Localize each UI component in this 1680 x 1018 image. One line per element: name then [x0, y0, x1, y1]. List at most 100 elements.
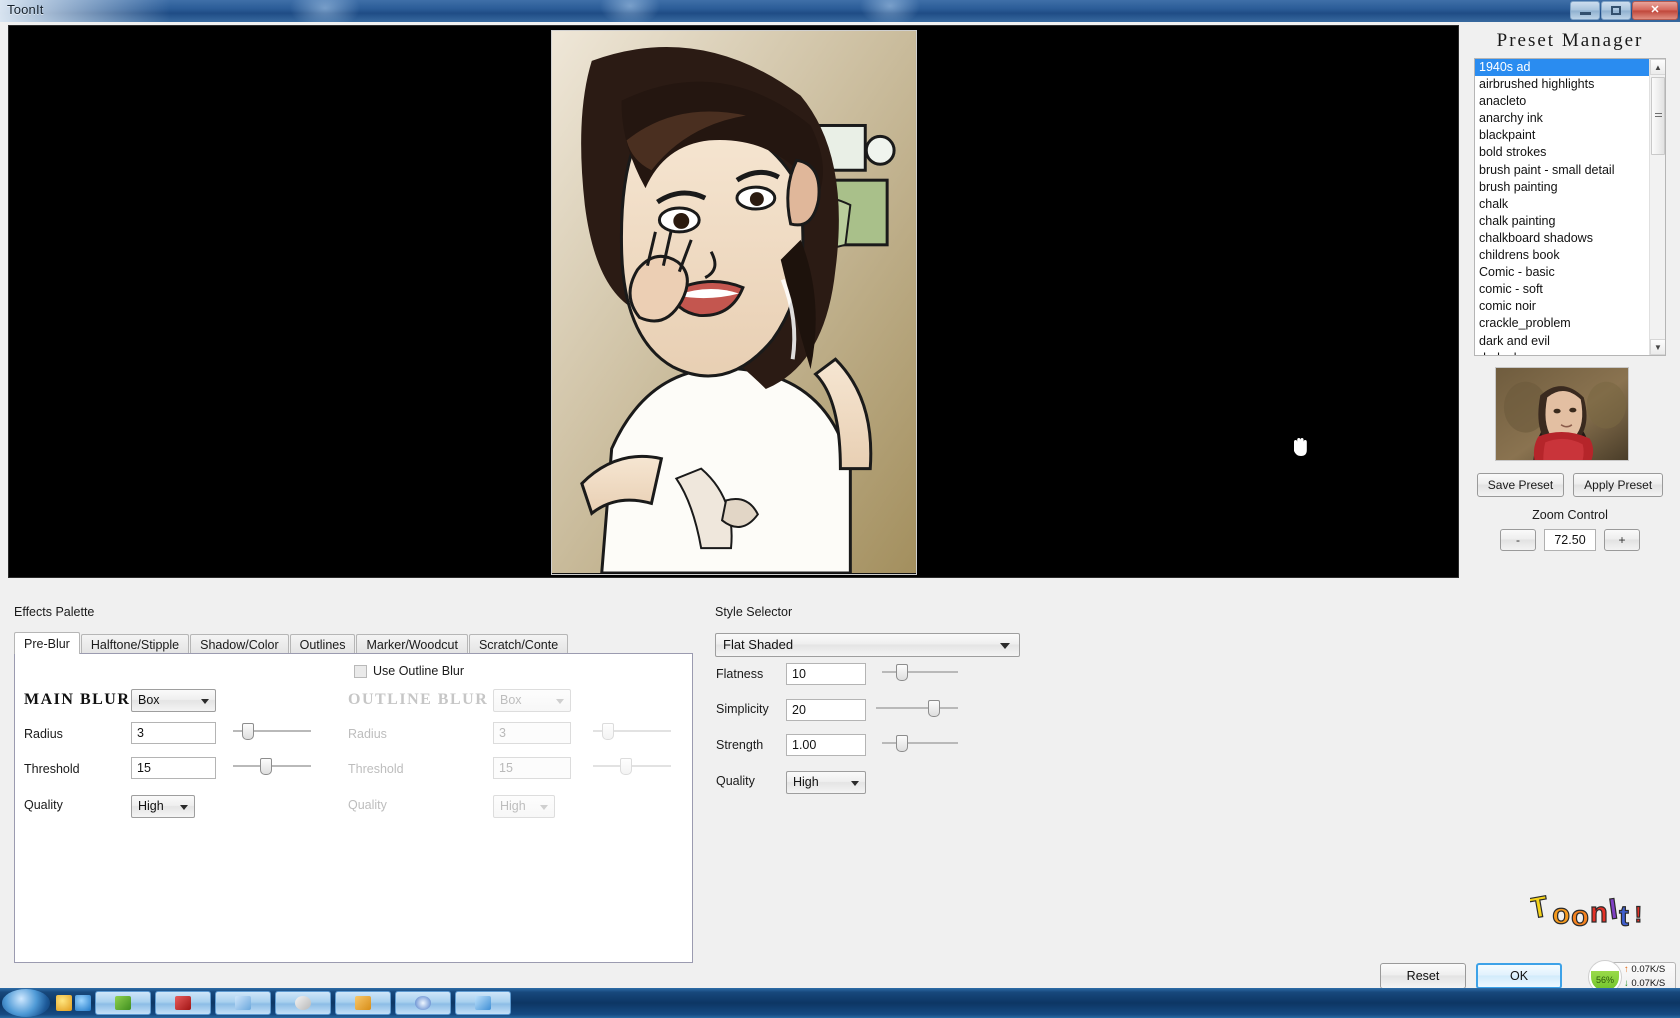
taskbar-item[interactable] [155, 991, 211, 1015]
preset-listbox[interactable]: 1940s ad airbrushed highlights anacleto … [1474, 58, 1666, 356]
titlebar-glow [290, 0, 360, 22]
strength-slider[interactable] [882, 734, 958, 752]
reset-button[interactable]: Reset [1380, 963, 1466, 989]
slider-knob[interactable] [242, 723, 254, 740]
strength-input[interactable]: 1.00 [786, 734, 866, 756]
main-blur-radius-slider[interactable] [233, 722, 311, 740]
list-item[interactable]: airbrushed highlights [1475, 76, 1649, 93]
outline-blur-radius-input[interactable]: 3 [493, 722, 571, 744]
scroll-up-arrow-icon[interactable]: ▲ [1650, 59, 1665, 75]
slider-knob[interactable] [620, 758, 632, 775]
slider-knob[interactable] [896, 664, 908, 681]
main-blur-type-select[interactable]: Box [131, 689, 216, 712]
list-item[interactable]: chalk [1475, 196, 1649, 213]
list-item[interactable]: 1940s ad [1475, 59, 1649, 77]
tab-outlines[interactable]: Outlines [289, 634, 356, 654]
preset-manager-panel: Preset Manager 1940s ad airbrushed highl… [1467, 25, 1673, 570]
flatness-row: Flatness [716, 667, 763, 681]
preview-canvas[interactable] [8, 25, 1459, 578]
simplicity-row: Simplicity [716, 702, 769, 716]
simplicity-slider[interactable] [876, 699, 958, 717]
outline-blur-quality-select[interactable]: High [493, 795, 555, 818]
apply-preset-button[interactable]: Apply Preset [1573, 473, 1664, 497]
taskbar-item[interactable] [95, 991, 151, 1015]
main-blur-title: MAIN BLUR [24, 691, 131, 708]
toon-artwork [552, 31, 916, 574]
use-outline-blur-checkbox[interactable] [354, 664, 367, 678]
flatness-slider[interactable] [882, 663, 958, 681]
outline-blur-quality-label: Quality [348, 798, 387, 812]
preset-list[interactable]: 1940s ad airbrushed highlights anacleto … [1475, 59, 1649, 355]
style-quality-label: Quality [716, 774, 755, 788]
start-button[interactable] [2, 989, 50, 1017]
main-blur-quality-label: Quality [24, 798, 63, 812]
scroll-down-arrow-icon[interactable]: ▼ [1650, 339, 1665, 355]
list-item[interactable]: comic noir [1475, 298, 1649, 315]
effects-palette-label: Effects Palette [14, 605, 95, 619]
outline-blur-threshold-input[interactable]: 15 [493, 757, 571, 779]
outline-blur-threshold-slider[interactable] [593, 757, 671, 775]
zoom-out-button[interactable]: - [1500, 529, 1536, 551]
list-item[interactable]: anacleto [1475, 93, 1649, 110]
list-item[interactable]: anarchy ink [1475, 110, 1649, 127]
tab-marker-woodcut[interactable]: Marker/Woodcut [356, 634, 468, 654]
tab-pre-blur[interactable]: Pre-Blur [14, 632, 80, 654]
minimize-button[interactable] [1570, 1, 1600, 20]
zoom-value-input[interactable]: 72.50 [1544, 529, 1596, 551]
zoom-in-button[interactable]: + [1604, 529, 1640, 551]
main-blur-quality-select[interactable]: High [131, 795, 195, 818]
list-item[interactable]: crackle_problem [1475, 315, 1649, 332]
main-blur-threshold-input[interactable]: 15 [131, 757, 216, 779]
list-item[interactable]: brush painting [1475, 179, 1649, 196]
slider-knob[interactable] [260, 758, 272, 775]
main-blur-quality-value: High [138, 799, 164, 813]
slider-knob[interactable] [896, 735, 908, 752]
flatness-input[interactable]: 10 [786, 663, 866, 685]
outline-blur-type-value: Box [500, 693, 522, 707]
main-blur-radius-input[interactable]: 3 [131, 722, 216, 744]
strength-row: Strength [716, 738, 763, 752]
slider-knob[interactable] [602, 723, 614, 740]
preset-list-scrollbar[interactable]: ▲ ▼ [1649, 59, 1665, 355]
taskbar-item[interactable] [395, 991, 451, 1015]
outline-blur-radius-slider[interactable] [593, 722, 671, 740]
slider-track [233, 765, 311, 767]
list-item[interactable]: bold strokes [1475, 144, 1649, 161]
quick-launch-icon[interactable] [75, 995, 91, 1011]
taskbar-item[interactable] [335, 991, 391, 1015]
list-item[interactable]: dark glow [1475, 350, 1649, 355]
list-item[interactable]: dark and evil [1475, 333, 1649, 350]
taskbar-item[interactable] [215, 991, 271, 1015]
simplicity-label: Simplicity [716, 702, 769, 716]
save-preset-button[interactable]: Save Preset [1476, 473, 1565, 497]
tab-halftone-stipple[interactable]: Halftone/Stipple [80, 634, 190, 654]
outline-blur-radius-label: Radius [348, 727, 387, 741]
list-item[interactable]: chalk painting [1475, 213, 1649, 230]
taskbar-item[interactable] [455, 991, 511, 1015]
scrollbar-thumb[interactable] [1651, 77, 1665, 155]
use-outline-blur-label: Use Outline Blur [373, 664, 465, 678]
svg-text:t: t [1619, 900, 1629, 932]
ok-button[interactable]: OK [1476, 963, 1562, 989]
list-item[interactable]: brush paint - small detail [1475, 162, 1649, 179]
outline-blur-type-select[interactable]: Box [493, 689, 571, 712]
tab-scratch-conte[interactable]: Scratch/Conte [468, 634, 569, 654]
list-item[interactable]: comic - soft [1475, 281, 1649, 298]
tab-shadow-color[interactable]: Shadow/Color [190, 634, 289, 654]
list-item[interactable]: childrens book [1475, 247, 1649, 264]
list-item[interactable]: blackpaint [1475, 127, 1649, 144]
use-outline-blur-row[interactable]: Use Outline Blur [354, 664, 464, 678]
quick-launch-icon[interactable] [56, 995, 72, 1011]
taskbar-item[interactable] [275, 991, 331, 1015]
strength-label: Strength [716, 738, 764, 752]
upload-arrow-icon: ↑ [1624, 964, 1629, 975]
list-item[interactable]: chalkboard shadows [1475, 230, 1649, 247]
slider-knob[interactable] [928, 700, 940, 717]
style-quality-select[interactable]: High [786, 771, 866, 794]
maximize-button[interactable] [1601, 1, 1631, 20]
style-select[interactable]: Flat Shaded [715, 633, 1020, 657]
simplicity-input[interactable]: 20 [786, 699, 866, 721]
close-button[interactable]: ✕ [1632, 1, 1678, 20]
main-blur-threshold-slider[interactable] [233, 757, 311, 775]
list-item[interactable]: Comic - basic [1475, 264, 1649, 281]
